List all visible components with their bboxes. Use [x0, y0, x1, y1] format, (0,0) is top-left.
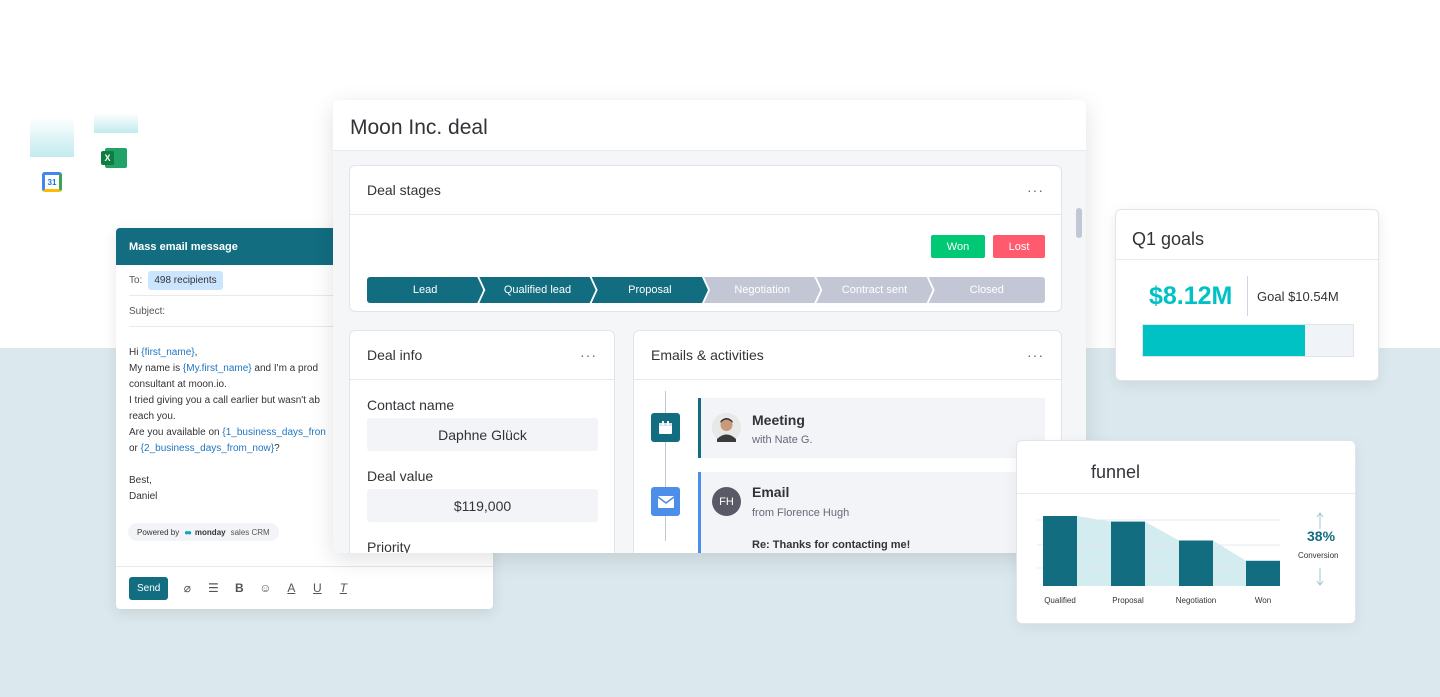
funnel-card: funnel Qualified Proposal Negotiation Won 3…	[1016, 440, 1356, 624]
emails-activities-title: Emails & activities	[651, 347, 764, 363]
deal-stages-card: Deal stages ··· Won Lost Lead Qualified l…	[349, 165, 1062, 312]
email-title: Email	[752, 484, 790, 500]
funnel-area	[1043, 516, 1280, 586]
goals-target: Goal $10.54M	[1257, 289, 1339, 304]
send-button[interactable]: Send	[129, 576, 169, 600]
deal-title: Moon Inc. deal	[333, 100, 1086, 151]
clear-format-icon[interactable]: T	[336, 581, 350, 595]
arrow-up-icon	[1316, 512, 1324, 529]
stage-pipeline: Lead Qualified lead Proposal Negotiation Con…	[367, 277, 1045, 303]
activity-email[interactable]: FH Email from Florence Hugh Re: Thanks f…	[698, 472, 1045, 553]
more-options-icon[interactable]: ···	[1027, 347, 1044, 363]
stage-contract-sent[interactable]: Contract sent	[816, 277, 932, 303]
stage-closed[interactable]: Closed	[928, 277, 1045, 303]
goals-progress-bar	[1142, 324, 1354, 357]
more-options-icon[interactable]: ···	[580, 347, 597, 363]
to-label: To:	[129, 274, 143, 286]
deal-stages-title: Deal stages	[367, 182, 441, 198]
email-from: from Florence Hugh	[752, 507, 850, 519]
contact-name-field[interactable]: Daphne Glück	[367, 418, 598, 451]
deal-value-field[interactable]: $119,000	[367, 489, 598, 522]
calendar-icon	[651, 413, 680, 442]
q1-goals-title: Q1 goals	[1116, 210, 1378, 260]
tick-label-won: Won	[1255, 596, 1271, 605]
monday-logo-icon: ●●	[184, 527, 192, 537]
recipients-chip[interactable]: 498 recipients	[148, 270, 223, 290]
meeting-title: Meeting	[752, 412, 805, 428]
powered-by-badge: Powered by ●● monday sales CRM	[128, 523, 279, 541]
stage-qualified-lead[interactable]: Qualified lead	[479, 277, 595, 303]
excel-icon: X	[101, 148, 127, 168]
underline-icon[interactable]: U	[310, 581, 324, 595]
contact-name-label: Contact name	[367, 397, 455, 413]
avatar	[712, 413, 741, 442]
deal-value-label: Deal value	[367, 468, 434, 484]
email-subject: Re: Thanks for contacting me!	[752, 539, 911, 551]
q1-goals-card: Q1 goals $8.12M Goal $10.54M	[1115, 209, 1379, 381]
bar-qualified	[1043, 516, 1077, 586]
bar-negotiation	[1179, 540, 1213, 586]
stage-proposal[interactable]: Proposal	[592, 277, 708, 303]
goals-progress-fill	[1143, 325, 1305, 356]
conversion-label: Conversion	[1298, 551, 1339, 560]
token-first-name: {first_name}	[141, 347, 195, 358]
text-color-icon[interactable]: A	[284, 581, 298, 595]
google-calendar-icon: 31	[42, 172, 62, 192]
arrow-down-icon	[1316, 568, 1324, 586]
scrollbar[interactable]	[1076, 208, 1082, 238]
conversion-percent: 38%	[1307, 528, 1336, 544]
bold-icon[interactable]: B	[232, 581, 246, 595]
subject-label: Subject:	[129, 305, 166, 317]
token-business-days-1: {1_business_days_fron	[222, 427, 326, 438]
meeting-subtitle: with Nate G.	[752, 434, 813, 446]
email-toolbar: Send ⌀ ☰ B ☺ A U T	[116, 566, 493, 609]
avatar: FH	[712, 487, 741, 516]
bullet-list-icon[interactable]: ☰	[206, 581, 220, 595]
deal-panel: Moon Inc. deal Deal stages ··· Won Lost …	[333, 100, 1086, 553]
priority-label: Priority	[367, 539, 411, 553]
deal-info-card: Deal info ··· Contact name Daphne Glück …	[349, 330, 615, 553]
tick-label-negotiation: Negotiation	[1176, 596, 1216, 605]
mail-icon	[651, 487, 680, 516]
deal-info-title: Deal info	[367, 347, 423, 363]
stage-negotiation[interactable]: Negotiation	[704, 277, 820, 303]
token-business-days-2: {2_business_days_from_now}	[140, 443, 275, 454]
emails-activities-card: Emails & activities ··· Meeting with Nat…	[633, 330, 1062, 553]
tick-label-qualified: Qualified	[1044, 596, 1076, 605]
won-button[interactable]: Won	[931, 235, 985, 258]
tick-label-proposal: Proposal	[1112, 596, 1144, 605]
activity-meeting[interactable]: Meeting with Nate G.	[698, 398, 1045, 458]
bar-won	[1246, 560, 1280, 586]
goals-amount: $8.12M	[1149, 282, 1233, 310]
emoji-icon[interactable]: ☺	[258, 581, 272, 595]
more-options-icon[interactable]: ···	[1027, 182, 1044, 198]
token-my-first-name: {My.first_name}	[182, 363, 252, 374]
stage-lead[interactable]: Lead	[367, 277, 483, 303]
bar-proposal	[1111, 521, 1145, 586]
funnel-chart: Qualified Proposal Negotiation Won	[1037, 512, 1324, 605]
lost-button[interactable]: Lost	[993, 235, 1045, 258]
excel-badge: X	[94, 113, 138, 183]
google-calendar-badge: 31	[30, 117, 74, 207]
attachment-icon[interactable]: ⌀	[180, 581, 194, 595]
